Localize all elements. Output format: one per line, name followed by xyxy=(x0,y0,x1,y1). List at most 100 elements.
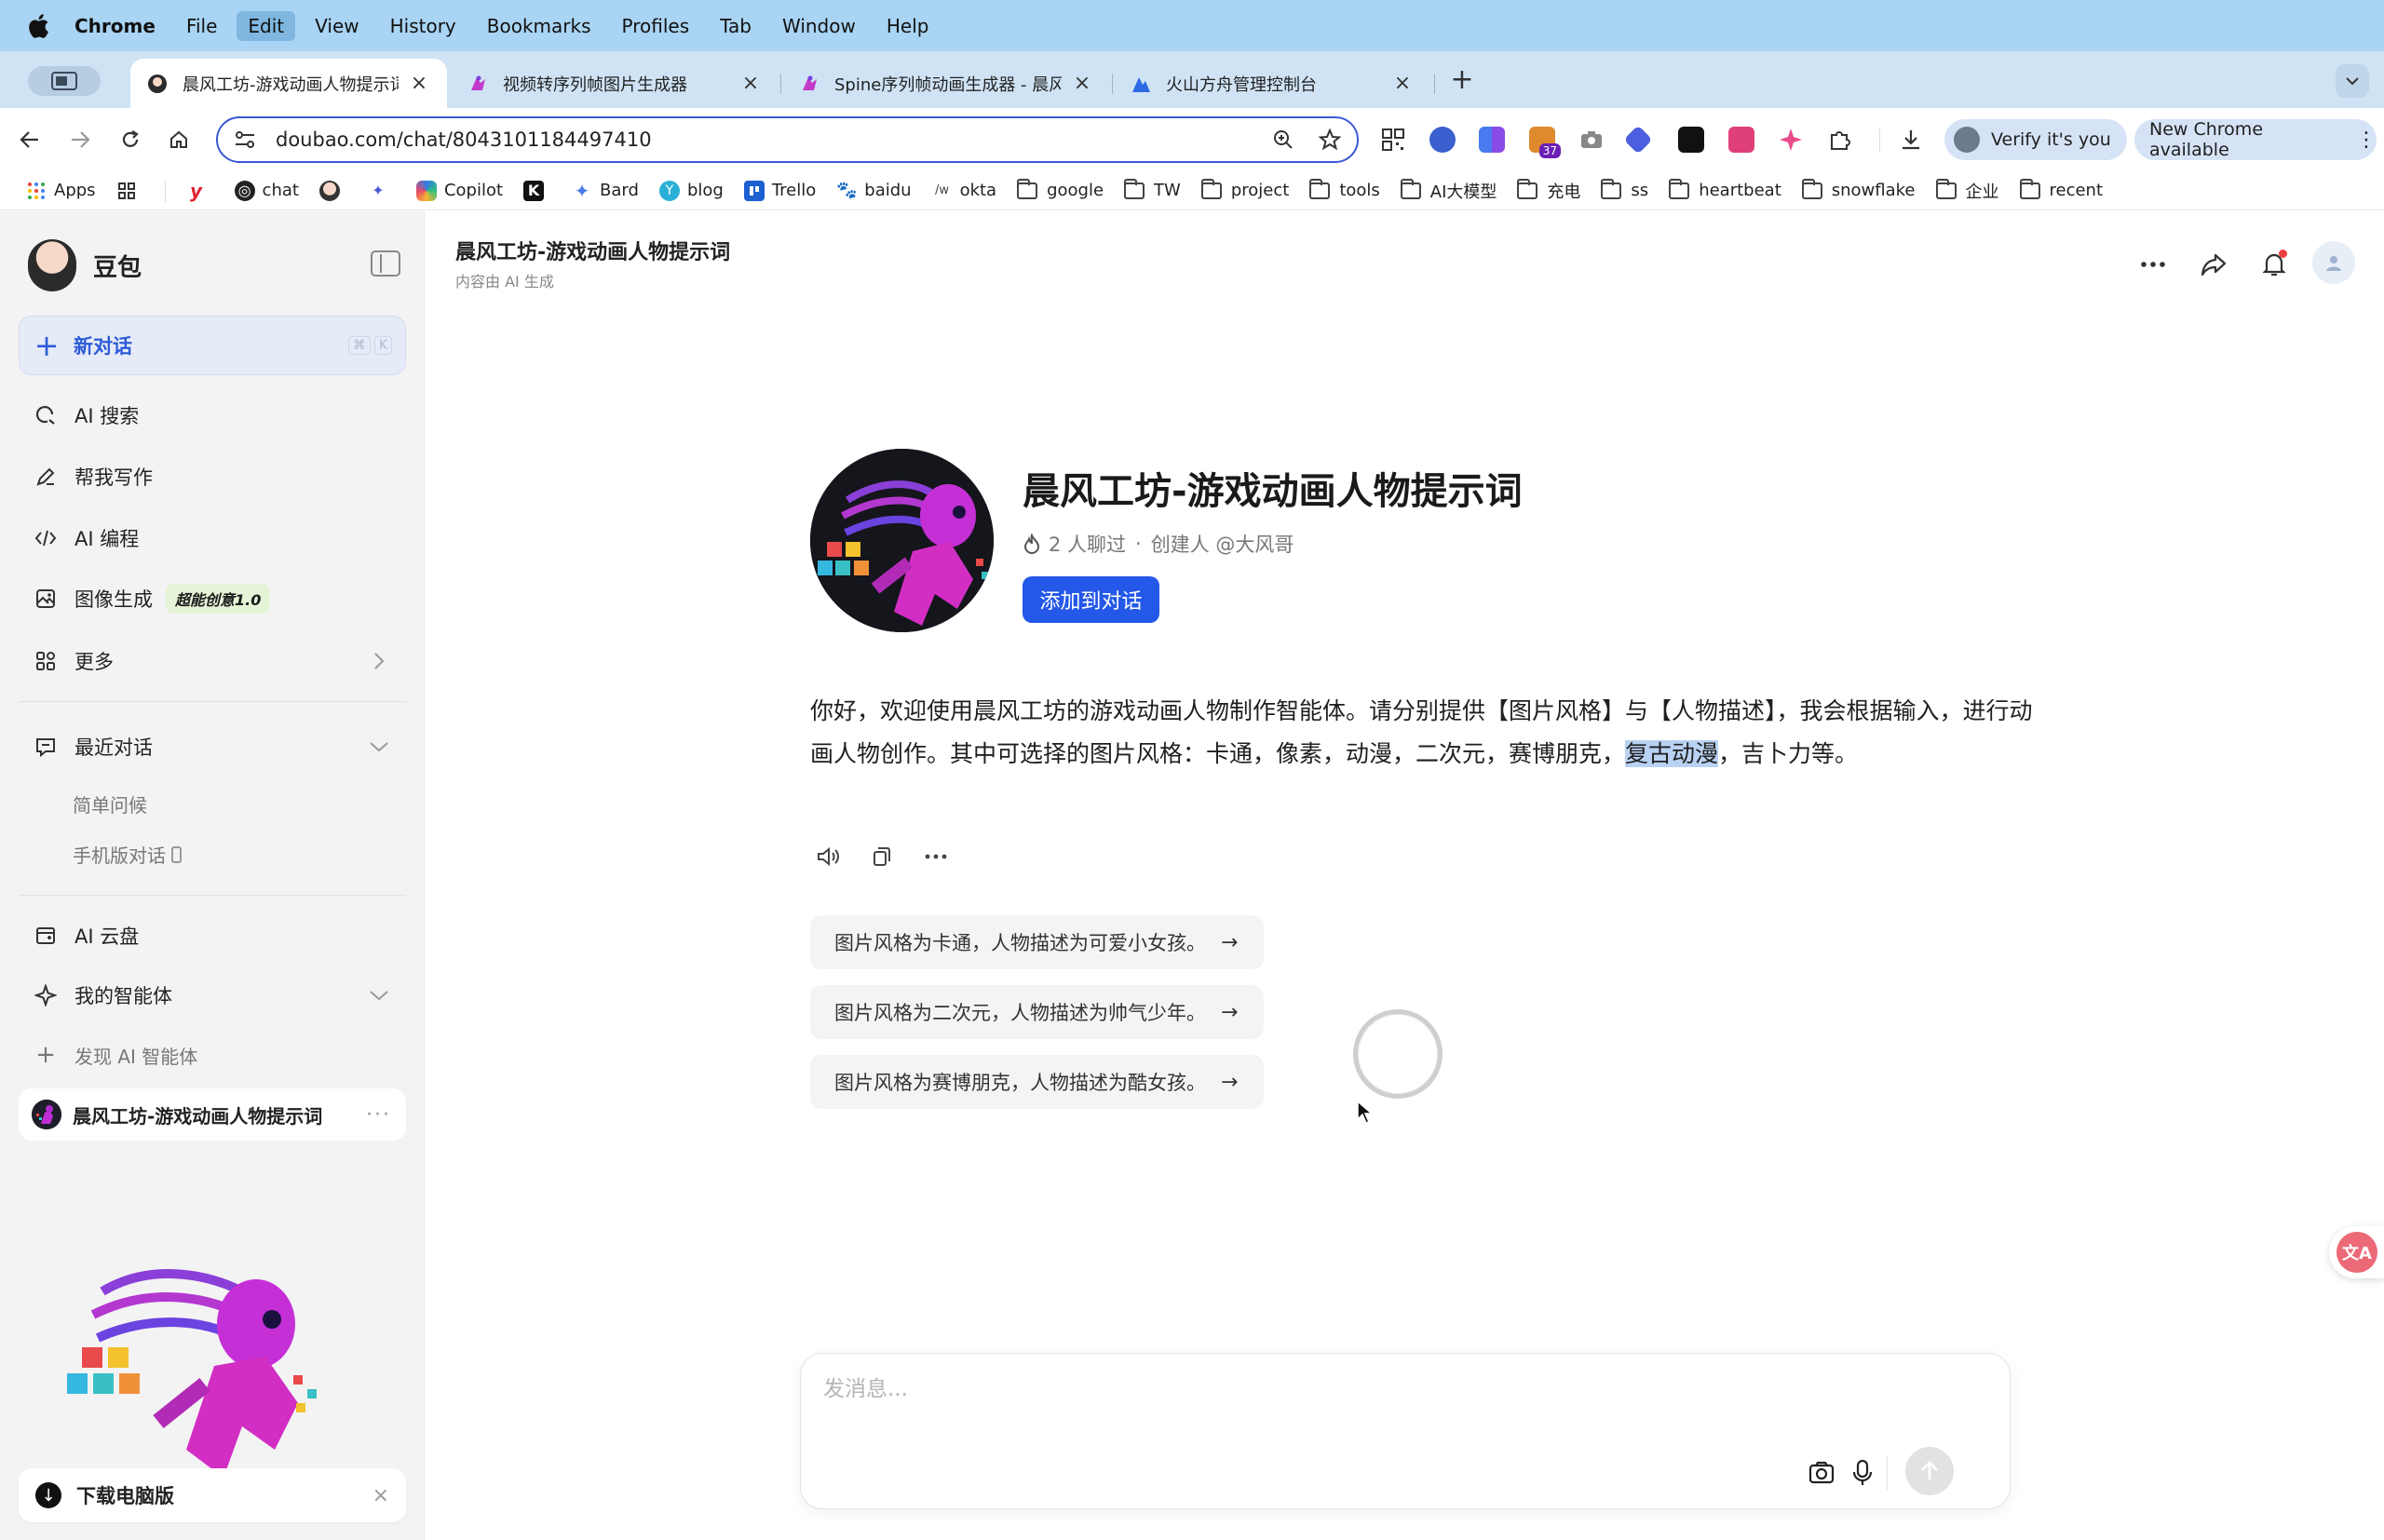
chrome-update-button[interactable]: New Chrome available ⋮ xyxy=(2134,119,2377,160)
suggestion-chip[interactable]: 图片风格为卡通，人物描述为可爱小女孩。 → xyxy=(810,915,1265,969)
forward-arrow-icon[interactable] xyxy=(65,125,95,155)
chevron-down-icon[interactable] xyxy=(369,736,389,757)
brand[interactable]: 豆包 xyxy=(28,239,142,291)
bookmark-okta[interactable]: /w okta xyxy=(932,181,996,201)
menu-help[interactable]: Help xyxy=(887,15,929,37)
close-icon[interactable]: × xyxy=(408,72,430,95)
badge-extension-icon[interactable]: 37 xyxy=(1529,127,1561,158)
menu-bookmarks[interactable]: Bookmarks xyxy=(487,15,591,37)
send-button[interactable] xyxy=(1905,1447,1954,1495)
bookmark-folder-charge[interactable]: 充电 xyxy=(1517,178,1580,203)
tab-search-button[interactable] xyxy=(28,66,101,96)
suggestion-chip[interactable]: 图片风格为二次元，人物描述为帅气少年。 → xyxy=(810,985,1265,1039)
bookmark-k[interactable]: K xyxy=(523,180,551,201)
bookmark-avatar[interactable] xyxy=(318,180,347,201)
sparkle-extension-icon[interactable] xyxy=(1778,127,1804,153)
more-horizontal-icon[interactable] xyxy=(2137,249,2169,280)
qr-extension-icon[interactable] xyxy=(1380,127,1406,153)
user-avatar[interactable] xyxy=(2312,241,2355,284)
chevron-right-icon[interactable] xyxy=(369,651,389,671)
close-icon[interactable]: × xyxy=(1071,72,1093,95)
tab-volcano-console[interactable]: 火山方舟管理控制台 × xyxy=(1114,59,1430,108)
apple-icon[interactable] xyxy=(26,13,50,38)
download-icon[interactable] xyxy=(1898,127,1924,153)
sidebar-item-my-agents[interactable]: 我的智能体 xyxy=(34,977,172,1014)
home-icon[interactable] xyxy=(164,125,194,155)
url-text[interactable]: doubao.com/chat/8043101184497410 xyxy=(276,128,1269,151)
bookmark-bird[interactable]: ✦ xyxy=(368,181,396,201)
bookmark-folder-enterprise[interactable]: 企业 xyxy=(1935,178,1999,203)
reload-icon[interactable] xyxy=(115,125,145,155)
verify-profile-button[interactable]: Verify it's you xyxy=(1944,119,2127,160)
tab-doubao-agent[interactable]: 晨风工坊-游戏动画人物提示词 - × xyxy=(130,59,447,108)
close-icon[interactable]: × xyxy=(372,1484,389,1507)
close-icon[interactable]: × xyxy=(739,72,762,95)
translate-fab[interactable]: 文A xyxy=(2329,1226,2384,1278)
bookmark-folder-snowflake[interactable]: snowflake xyxy=(1801,178,1916,200)
suggestion-chip[interactable]: 图片风格为赛博朋克，人物描述为酷女孩。 → xyxy=(810,1055,1265,1109)
bookmark-copilot[interactable]: Copilot xyxy=(415,180,503,201)
circle-extension-icon[interactable] xyxy=(1429,127,1456,153)
bookmark-folder-ss[interactable]: ss xyxy=(1601,178,1648,200)
menu-window[interactable]: Window xyxy=(782,15,856,37)
terminal-extension-icon[interactable] xyxy=(1678,127,1704,153)
translate-extension-icon[interactable] xyxy=(1728,127,1754,153)
sidebar-collapse-icon[interactable] xyxy=(371,250,400,277)
menu-edit[interactable]: Edit xyxy=(237,10,296,41)
split-extension-icon[interactable] xyxy=(1479,127,1505,153)
menu-history[interactable]: History xyxy=(390,15,456,37)
bookmark-bard[interactable]: ✦ Bard xyxy=(572,180,639,202)
share-icon[interactable] xyxy=(2198,249,2229,280)
menu-file[interactable]: File xyxy=(186,15,217,37)
camera-extension-icon[interactable] xyxy=(1578,127,1605,153)
sidebar-item-recent[interactable]: 最近对话 xyxy=(34,728,153,765)
menu-view[interactable]: View xyxy=(315,15,359,37)
address-bar[interactable]: doubao.com/chat/8043101184497410 xyxy=(216,116,1359,163)
bookmark-blog[interactable]: Yblog xyxy=(658,180,724,201)
bookmark-grid[interactable] xyxy=(116,181,144,201)
sidebar-item-ai-search[interactable]: AI 搜索 xyxy=(34,397,139,434)
chevron-down-icon[interactable] xyxy=(369,985,389,1006)
sidebar-item-cloud[interactable]: AI 云盘 xyxy=(34,917,139,954)
bookmark-chat[interactable]: ◎ chat xyxy=(234,180,299,201)
bookmark-folder-recent[interactable]: recent xyxy=(2019,178,2103,200)
bookmark-folder-tools[interactable]: tools xyxy=(1309,178,1380,200)
close-icon[interactable]: × xyxy=(1391,72,1414,95)
kebab-menu-icon[interactable]: ⋮ xyxy=(2356,128,2377,152)
download-desktop-banner[interactable]: ↓ 下载电脑版 × xyxy=(19,1468,406,1522)
back-arrow-icon[interactable] xyxy=(15,125,45,155)
bookmark-folder-ai-models[interactable]: AI大模型 xyxy=(1400,178,1497,203)
new-tab-button[interactable]: + xyxy=(1448,66,1476,94)
agent-creator[interactable]: 创建人 @大风哥 xyxy=(1151,530,1294,558)
microphone-icon[interactable] xyxy=(1848,1458,1877,1488)
bookmark-folder-tw[interactable]: TW xyxy=(1124,178,1181,200)
speaker-icon[interactable] xyxy=(814,843,842,871)
bookmark-folder-project[interactable]: project xyxy=(1200,178,1289,200)
diamond-extension-icon[interactable] xyxy=(1623,125,1653,155)
more-horizontal-icon[interactable] xyxy=(922,843,950,871)
add-to-chat-button[interactable]: 添加到对话 xyxy=(1023,576,1159,623)
bookmark-y[interactable]: y xyxy=(186,180,214,202)
zoom-icon[interactable] xyxy=(1269,129,1297,150)
bookmark-star-icon[interactable] xyxy=(1316,128,1344,151)
sidebar-item-more[interactable]: 更多 xyxy=(34,642,114,680)
menu-profiles[interactable]: Profiles xyxy=(622,15,690,37)
bookmark-baidu[interactable]: 🐾 baidu xyxy=(836,181,912,201)
message-input[interactable] xyxy=(823,1371,1941,1408)
recent-chat-item[interactable]: 简单问候 xyxy=(73,790,147,817)
copy-icon[interactable] xyxy=(868,843,896,871)
sidebar-item-discover[interactable]: + 发现 AI 智能体 xyxy=(34,1036,197,1074)
site-settings-icon[interactable] xyxy=(231,126,259,154)
bookmark-folder-heartbeat[interactable]: heartbeat xyxy=(1669,178,1781,200)
tab-spine-generator[interactable]: Spine序列帧动画生成器 - 晨风工... × xyxy=(782,59,1110,108)
bookmark-trello[interactable]: Trello xyxy=(743,180,816,201)
bookmark-apps[interactable]: Apps xyxy=(26,181,96,201)
more-horizontal-icon[interactable]: ··· xyxy=(366,1103,391,1127)
sidebar-item-image-gen[interactable]: 图像生成 超能创意1.0 xyxy=(34,580,271,617)
sidebar-item-coding[interactable]: AI 编程 xyxy=(34,520,139,557)
sidebar-item-writing[interactable]: 帮我写作 xyxy=(34,458,153,495)
puzzle-extensions-icon[interactable] xyxy=(1827,127,1853,153)
tab-list-button[interactable] xyxy=(2336,64,2369,98)
menu-tab[interactable]: Tab xyxy=(720,15,752,37)
new-chat-button[interactable]: + 新对话 ⌘ K xyxy=(19,316,406,375)
